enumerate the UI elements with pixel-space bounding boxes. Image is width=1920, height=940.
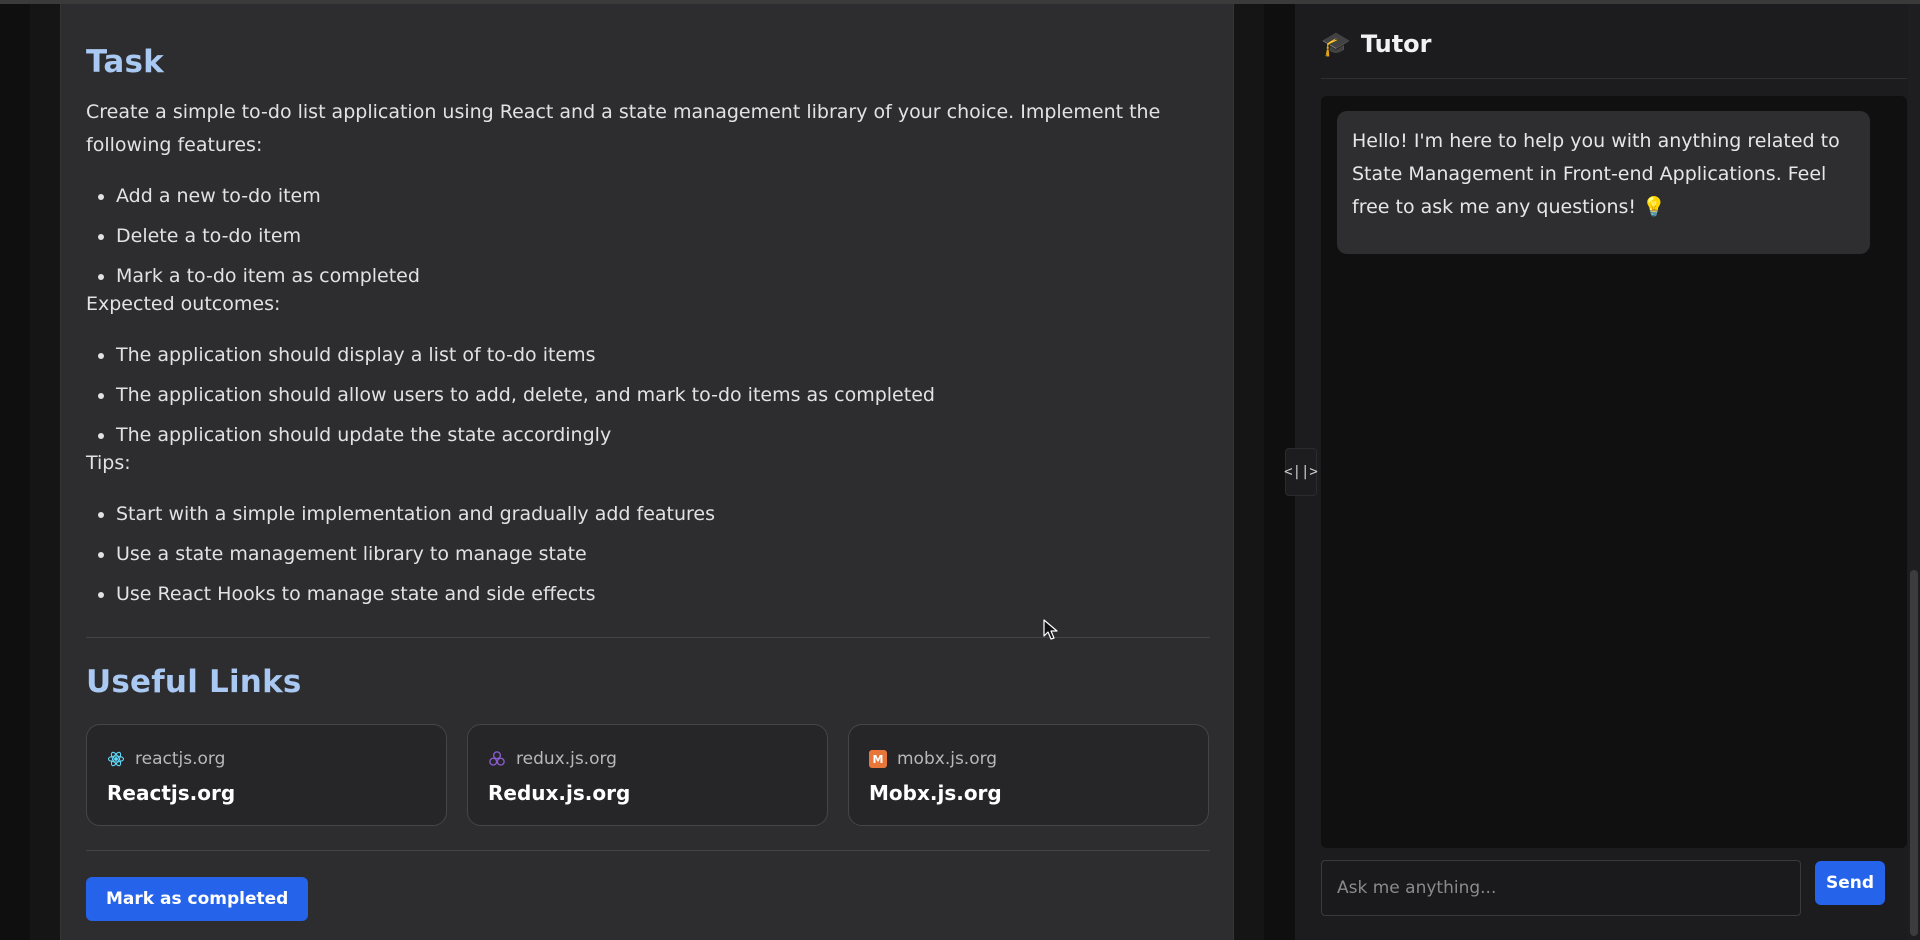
link-card-react[interactable]: reactjs.org Reactjs.org bbox=[86, 724, 447, 826]
graduation-cap-icon: 🎓 bbox=[1321, 30, 1351, 58]
features-list: Add a new to-do item Delete a to-do item… bbox=[86, 176, 1210, 296]
link-card-redux[interactable]: redux.js.org Redux.js.org bbox=[467, 724, 828, 826]
left-gutter bbox=[0, 4, 30, 940]
chat-messages[interactable]: Hello! I'm here to help you with anythin… bbox=[1321, 96, 1907, 848]
list-item: The application should allow users to ad… bbox=[116, 375, 1210, 415]
react-icon bbox=[107, 750, 125, 768]
list-item: Delete a to-do item bbox=[116, 216, 1210, 256]
link-card-host: redux.js.org bbox=[488, 747, 807, 771]
section-divider bbox=[86, 850, 1210, 851]
link-card-mobx[interactable]: M mobx.js.org Mobx.js.org bbox=[848, 724, 1209, 826]
send-button[interactable]: Send bbox=[1815, 861, 1885, 905]
redux-icon bbox=[488, 750, 506, 768]
tutor-divider bbox=[1321, 78, 1907, 79]
link-host: mobx.js.org bbox=[897, 749, 998, 769]
list-item: Start with a simple implementation and g… bbox=[116, 494, 1210, 534]
tips-list: Start with a simple implementation and g… bbox=[86, 494, 1210, 614]
chat-input[interactable] bbox=[1321, 860, 1801, 916]
tutor-panel: 🎓 Tutor Hello! I'm here to help you with… bbox=[1295, 4, 1920, 940]
link-card-host: reactjs.org bbox=[107, 747, 426, 771]
link-title: Mobx.js.org bbox=[869, 781, 1002, 805]
list-item: Use React Hooks to manage state and side… bbox=[116, 574, 1210, 614]
tutor-header: 🎓 Tutor bbox=[1321, 30, 1432, 58]
task-intro: Create a simple to-do list application u… bbox=[86, 101, 1161, 156]
link-cards: reactjs.org Reactjs.org redux.js.org Red… bbox=[86, 724, 1210, 826]
link-host: redux.js.org bbox=[516, 749, 617, 769]
mobx-icon: M bbox=[869, 750, 887, 768]
section-divider bbox=[86, 637, 1210, 638]
link-host: reactjs.org bbox=[135, 749, 226, 769]
outcomes-heading: Expected outcomes: bbox=[86, 293, 281, 315]
list-item: Add a new to-do item bbox=[116, 176, 1210, 216]
link-card-host: M mobx.js.org bbox=[869, 747, 1188, 771]
list-item: Use a state management library to manage… bbox=[116, 534, 1210, 574]
link-title: Reactjs.org bbox=[107, 781, 236, 805]
link-title: Redux.js.org bbox=[488, 781, 631, 805]
list-item: The application should display a list of… bbox=[116, 335, 1210, 375]
mark-completed-button[interactable]: Mark as completed bbox=[86, 877, 309, 921]
resize-handle[interactable]: <||> bbox=[1284, 448, 1318, 496]
tutor-title: Tutor bbox=[1360, 30, 1432, 58]
task-heading: Task bbox=[86, 44, 164, 80]
useful-links-heading: Useful Links bbox=[86, 664, 302, 700]
lesson-panel: Task Create a simple to-do list applicat… bbox=[60, 4, 1234, 940]
assistant-message: Hello! I'm here to help you with anythin… bbox=[1337, 111, 1870, 254]
task-description: Create a simple to-do list application u… bbox=[86, 96, 1210, 614]
outcomes-list: The application should display a list of… bbox=[86, 335, 1210, 455]
scrollbar-thumb[interactable] bbox=[1910, 570, 1918, 936]
mouse-cursor-icon bbox=[1043, 619, 1058, 640]
